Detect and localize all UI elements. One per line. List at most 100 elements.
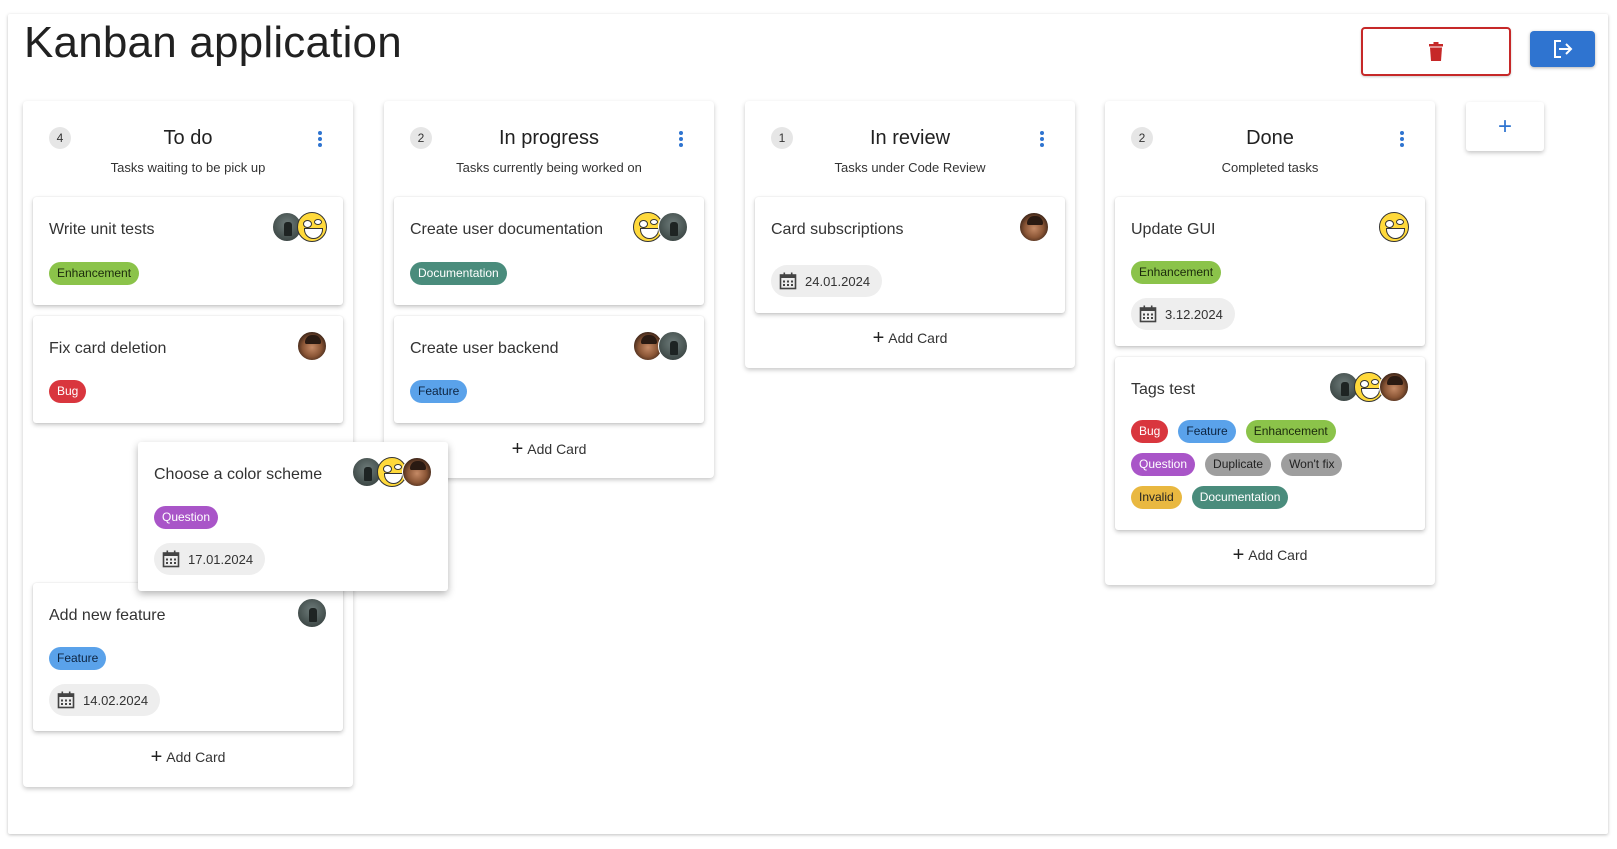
card-title: Write unit tests (49, 221, 155, 238)
card-assignees (1379, 212, 1409, 242)
column-done: 2 Done Completed tasks Update GUI Enhanc… (1105, 101, 1435, 585)
card-title: Add new feature (49, 607, 166, 624)
column-in-progress: 2 In progress Tasks currently being work… (384, 101, 714, 478)
due-date-text: 3.12.2024 (1165, 306, 1223, 322)
tag-feature: Feature (49, 647, 107, 670)
card-assignees (352, 457, 432, 487)
card-choose-a-color-scheme[interactable]: Choose a color scheme Question 17.01.202… (138, 442, 448, 591)
trash-icon (1429, 41, 1443, 61)
card-tags: Enhancement (49, 262, 140, 285)
calendar-icon (779, 272, 797, 290)
delete-board-button[interactable] (1361, 27, 1511, 76)
card-tags: Bug Feature Enhancement Question Duplica… (1131, 420, 1361, 509)
tag-documentation: Documentation (1191, 486, 1289, 509)
due-date-chip: 24.01.2024 (771, 265, 883, 297)
column-subtitle: Tasks under Code Review (834, 160, 986, 175)
due-date-text: 24.01.2024 (805, 273, 871, 289)
avatar (402, 457, 432, 487)
tag-invalid: Invalid (1131, 486, 1182, 509)
card-assignees (633, 212, 688, 242)
plus-icon: + (1497, 112, 1512, 140)
add-column-button[interactable]: + (1466, 102, 1544, 151)
column-in-review: 1 In review Tasks under Code Review Card… (745, 101, 1075, 368)
card-title: Tags test (1131, 381, 1196, 398)
tag-feature: Feature (1178, 420, 1236, 443)
tag-question: Question (1131, 453, 1196, 476)
add-card-button[interactable]: + Add Card (23, 746, 353, 768)
card-title: Card subscriptions (771, 221, 904, 238)
vertical-dots-icon[interactable] (315, 129, 325, 149)
card-write-unit-tests[interactable]: Write unit tests Enhancement (33, 197, 343, 305)
tag-bug: Bug (49, 380, 87, 403)
avatar (1379, 212, 1409, 242)
avatar (658, 212, 688, 242)
card-tags-test[interactable]: Tags test Bug Feature Enhancement Questi… (1115, 357, 1425, 530)
card-title: Update GUI (1131, 221, 1216, 238)
calendar-icon (162, 550, 180, 568)
add-card-label: Add Card (527, 441, 587, 457)
calendar-icon (1139, 305, 1157, 323)
logout-button[interactable] (1530, 31, 1595, 67)
column-title: In progress (498, 127, 600, 149)
due-date-chip: 14.02.2024 (49, 684, 161, 716)
card-tags: Enhancement (1131, 261, 1222, 284)
column-subtitle: Completed tasks (1221, 160, 1319, 175)
card-fix-card-deletion[interactable]: Fix card deletion Bug (33, 316, 343, 423)
avatar (297, 331, 327, 361)
add-card-label: Add Card (1248, 547, 1308, 563)
plus-icon: + (1232, 544, 1245, 566)
tag-question: Question (154, 506, 219, 529)
card-create-user-documentation[interactable]: Create user documentation Documentation (394, 197, 704, 305)
card-title: Create user backend (410, 340, 559, 357)
tag-wont-fix: Won't fix (1281, 453, 1343, 476)
avatar (297, 212, 327, 242)
column-subtitle: Tasks currently being worked on (456, 160, 642, 175)
card-assignees (272, 212, 327, 242)
column-title: To do (163, 127, 213, 149)
card-tags: Question (154, 506, 219, 529)
card-tags: Feature (49, 647, 107, 670)
card-title: Create user documentation (410, 221, 603, 238)
calendar-icon (57, 691, 75, 709)
avatar (1019, 212, 1049, 242)
add-card-label: Add Card (888, 330, 948, 346)
column-subtitle: Tasks waiting to be pick up (110, 160, 266, 175)
column-title: Done (1246, 127, 1294, 149)
add-card-label: Add Card (166, 749, 226, 765)
vertical-dots-icon[interactable] (1037, 129, 1047, 149)
due-date-text: 14.02.2024 (83, 692, 149, 708)
card-assignees (297, 331, 327, 361)
vertical-dots-icon[interactable] (1397, 129, 1407, 149)
tag-documentation: Documentation (410, 262, 507, 285)
avatar (297, 598, 327, 628)
tag-enhancement: Enhancement (1131, 261, 1222, 284)
plus-icon: + (872, 327, 885, 349)
card-title: Choose a color scheme (154, 466, 323, 483)
card-create-user-backend[interactable]: Create user backend Feature (394, 316, 704, 423)
card-assignees (633, 331, 688, 361)
card-tags: Documentation (410, 262, 507, 285)
card-assignees (297, 598, 327, 628)
tag-bug: Bug (1131, 420, 1169, 443)
card-assignees (1019, 212, 1049, 242)
vertical-dots-icon[interactable] (676, 129, 686, 149)
column-title: In review (869, 127, 951, 149)
logout-icon (1553, 40, 1572, 58)
tag-feature: Feature (410, 380, 468, 403)
add-card-button[interactable]: + Add Card (745, 327, 1075, 349)
card-card-subscriptions[interactable]: Card subscriptions 24.01.2024 (755, 197, 1065, 313)
due-date-text: 17.01.2024 (188, 551, 254, 567)
tag-enhancement: Enhancement (49, 262, 140, 285)
card-tags: Bug (49, 380, 87, 403)
card-update-gui[interactable]: Update GUI Enhancement 3.12.2024 (1115, 197, 1425, 346)
card-tags: Feature (410, 380, 468, 403)
plus-icon: + (150, 746, 163, 768)
plus-icon: + (511, 438, 524, 460)
card-assignees (1329, 372, 1409, 402)
card-add-new-feature[interactable]: Add new feature Feature 14.02.2024 (33, 583, 343, 731)
page-title: Kanban application (24, 18, 402, 67)
tag-enhancement: Enhancement (1245, 420, 1336, 443)
add-card-button[interactable]: + Add Card (1105, 544, 1435, 566)
due-date-chip: 17.01.2024 (154, 543, 266, 575)
avatar (1379, 372, 1409, 402)
